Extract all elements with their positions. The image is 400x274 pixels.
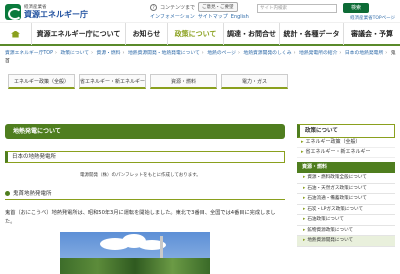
agency-logo[interactable]: 経済産業省 資源エネルギー庁 — [5, 3, 88, 21]
arrow-icon: ▸ — [303, 185, 306, 191]
tab-electricity-gas[interactable]: 電力・ガス — [221, 74, 288, 89]
nav-council[interactable]: 審議会・予算 — [344, 23, 400, 45]
arrow-icon: ▸ — [303, 206, 306, 212]
global-nav: 資源エネルギー庁について お知らせ 政策について 調達・お問合せ 統計・各種デー… — [0, 23, 400, 46]
subsection-title: 日本の地熱発電所 — [5, 151, 285, 163]
search-button[interactable]: 検索 — [343, 3, 369, 13]
sidebar-subitem[interactable]: ▸ 石炭・LPガス政策について — [297, 204, 395, 215]
nav-news[interactable]: お知らせ — [126, 23, 168, 45]
sidebar-category-resources[interactable]: 資源・燃料 — [297, 162, 395, 173]
sidebar-subitem-label: 石油政策について — [307, 217, 344, 222]
search-input[interactable]: サイト内検索 — [257, 4, 337, 13]
help-icon: ? — [150, 3, 157, 11]
english-link[interactable]: English — [231, 14, 249, 20]
sidebar-subitem-label: 鉱物資源政策について — [307, 227, 354, 233]
nav-home[interactable] — [0, 23, 32, 45]
nav-procurement[interactable]: 調達・お問合せ — [224, 23, 280, 45]
arrow-icon: ▸ — [303, 238, 306, 243]
sidebar-item-energy-saving[interactable]: ▸ 省エネルギー・新エネルギー — [297, 148, 395, 158]
breadcrumb-link[interactable]: 政策について — [60, 51, 89, 56]
breadcrumb-link[interactable]: 地熱発電所の紹介 — [299, 51, 337, 56]
tree-line — [60, 258, 210, 274]
section-title: 地熱発電について — [5, 124, 285, 139]
breadcrumb-link[interactable]: 地熱のページ — [207, 51, 236, 56]
nav-statistics[interactable]: 統計・各種データ — [280, 23, 344, 45]
home-icon — [11, 30, 20, 38]
arrow-icon: ▸ — [303, 196, 306, 201]
logo-icon — [5, 4, 22, 20]
sidebar-subitem[interactable]: ▸ 鉱物資源政策について — [297, 225, 395, 236]
sidebar-subitem[interactable]: ▸ 資源・燃料政策全般について — [297, 173, 395, 184]
breadcrumb-link[interactable]: 資源・燃料 — [97, 51, 121, 56]
sidebar-subitem[interactable]: ▸ 石油政策について — [297, 215, 395, 226]
site-header: 経済産業省 資源エネルギー庁 ? コンテンツまで ご意見・ご要望 インフォメーシ… — [0, 0, 400, 23]
breadcrumb-link[interactable]: 日本の地熱発電所 — [345, 51, 383, 56]
bullet-icon — [5, 191, 10, 196]
nav-about[interactable]: 資源エネルギー庁について — [32, 23, 126, 45]
skip-to-content-link[interactable]: コンテンツまで — [160, 4, 195, 11]
page: 経済産業省 資源エネルギー庁 ? コンテンツまで ご意見・ご要望 インフォメーシ… — [0, 0, 400, 274]
plant-description: 鬼首（おにこうべ）地熱発電所は、昭和50年3月に運転を開始しました。東北で3番目… — [5, 210, 276, 225]
sidebar-subitem-geothermal[interactable]: ▸ 地熱資源開発について — [297, 236, 395, 247]
sidebar-subitem-label: 資源・燃料政策全般について — [307, 175, 367, 180]
sidebar-subitem[interactable]: ▸ 石油流通・備蓄政策について — [297, 194, 395, 205]
feedback-button[interactable]: ご意見・ご要望 — [198, 2, 238, 12]
breadcrumb: 資源エネルギー庁TOP › 政策について › 資源・燃料 › 地熱資源開発・地熱発電に… — [5, 51, 396, 64]
sidebar-subitem-label: 石油流通・備蓄政策について — [307, 196, 367, 201]
arrow-icon: ▸ — [303, 227, 306, 233]
plant-heading-text: 鬼首地熱発電所 — [13, 191, 52, 197]
sidebar-item-energy-policy[interactable]: ▸ エネルギー政策（全般） — [297, 138, 395, 148]
plant-heading: 鬼首地熱発電所 — [5, 190, 285, 200]
nav-policy[interactable]: 政策について — [168, 23, 224, 45]
breadcrumb-link[interactable]: 地熱資源開発のしくみ — [243, 51, 291, 56]
arrow-icon: ▸ — [301, 149, 304, 155]
header-links: インフォメーション サイトマップ English — [150, 13, 249, 21]
agency-name: 資源エネルギー庁 — [24, 10, 88, 19]
sitemap-link[interactable]: サイトマップ — [198, 13, 228, 20]
tab-energy-policy[interactable]: エネルギー政策（全般） — [8, 74, 75, 89]
meti-top-link[interactable]: 経済産業省TOPページ — [350, 15, 395, 21]
tab-resources-fuel[interactable]: 資源・燃料 — [150, 74, 217, 89]
arrow-icon: ▸ — [301, 139, 304, 145]
sidebar-subitem-label: 石炭・LPガス政策について — [307, 206, 364, 212]
tab-energy-saving[interactable]: 省エネルギー・新エネルギー — [79, 74, 146, 89]
category-tabs: エネルギー政策（全般） 省エネルギー・新エネルギー 資源・燃料 電力・ガス — [8, 74, 288, 89]
breadcrumb-link[interactable]: 地熱資源開発・地熱発電について — [128, 51, 200, 56]
sidebar-item-label: エネルギー政策（全般） — [305, 139, 361, 145]
sidebar-heading: 政策について — [297, 124, 395, 138]
sidebar-subitem-label: 地熱資源開発について — [307, 238, 354, 243]
information-link[interactable]: インフォメーション — [150, 13, 195, 20]
sidebar: 政策について ▸ エネルギー政策（全般） ▸ 省エネルギー・新エネルギー 資源・燃料… — [297, 124, 395, 247]
arrow-icon: ▸ — [303, 175, 306, 180]
breadcrumb-link[interactable]: 資源エネルギー庁TOP — [5, 51, 53, 56]
sidebar-subitem-label: 石油・天然ガス政策について — [307, 185, 367, 191]
utility-bar: ? コンテンツまで ご意見・ご要望 — [150, 2, 238, 12]
power-plant-photo — [60, 232, 210, 274]
pamphlet-caption: 電源開発（株）のパンフレットをもとに作成しております。 — [80, 173, 201, 178]
arrow-icon: ▸ — [303, 217, 306, 222]
sidebar-subitem[interactable]: ▸ 石油・天然ガス政策について — [297, 183, 395, 194]
sidebar-item-label: 省エネルギー・新エネルギー — [305, 149, 371, 155]
